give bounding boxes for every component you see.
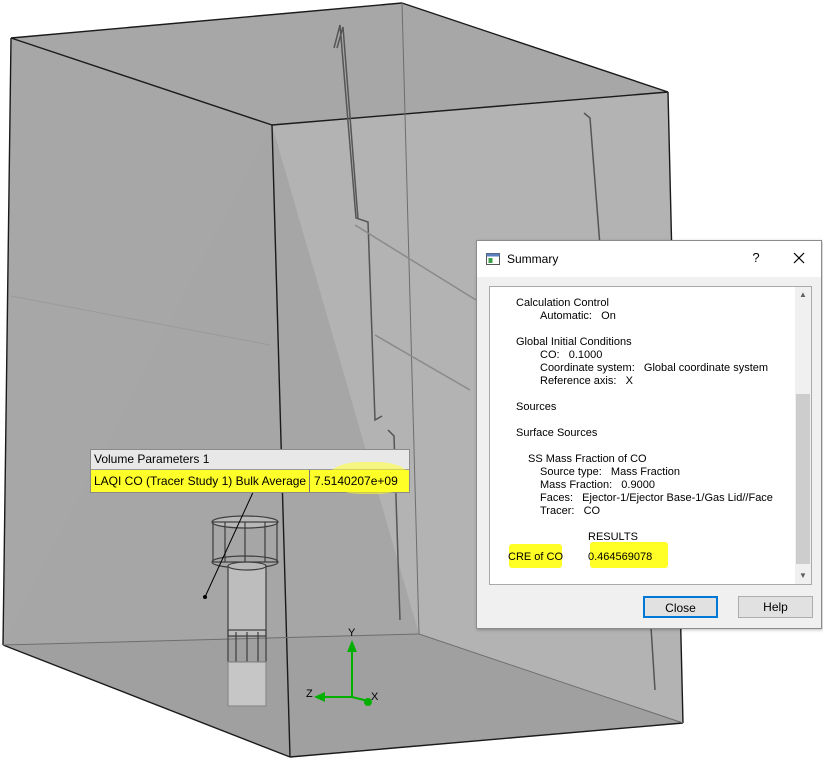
summary-text-area[interactable]: Calculation Control Automatic: On Global…	[489, 286, 812, 585]
summary-line: Sources	[516, 401, 557, 413]
scroll-up-icon[interactable]: ▲	[795, 287, 811, 303]
close-icon[interactable]	[790, 249, 808, 267]
parameter-value-text: 7.5140207e+09	[314, 474, 398, 488]
close-button[interactable]: Close	[643, 596, 718, 618]
window-icon	[486, 253, 500, 265]
parameter-value: 7.5140207e+09	[310, 462, 409, 494]
axis-label-z: Z	[306, 688, 313, 700]
summary-line: Coordinate system: Global coordinate sys…	[540, 362, 769, 374]
summary-line: Global Initial Conditions	[516, 336, 632, 348]
summary-lines: Calculation Control Automatic: On Global…	[490, 287, 795, 584]
vertical-scrollbar[interactable]: ▲ ▼	[795, 287, 811, 584]
summary-line: Tracer: CO	[540, 505, 601, 517]
summary-line: Mass Fraction: 0.9000	[540, 479, 655, 491]
summary-line: Faces: Ejector-1/Ejector Base-1/Gas Lid/…	[540, 492, 773, 504]
summary-line: SS Mass Fraction of CO	[528, 453, 647, 465]
callout-row: LAQI CO (Tracer Study 1) Bulk Average 7.…	[91, 462, 409, 494]
parameter-label: LAQI CO (Tracer Study 1) Bulk Average	[91, 470, 310, 492]
dialog-title: Summary	[507, 252, 559, 266]
help-glyph-button[interactable]: ?	[747, 249, 765, 267]
help-button[interactable]: Help	[738, 596, 813, 618]
axis-label-x: X	[371, 691, 379, 703]
summary-dialog[interactable]: Summary ? Calculation Control Automatic:…	[476, 240, 822, 629]
summary-line: Surface Sources	[516, 427, 598, 439]
axis-label-y: Y	[348, 627, 356, 639]
result-label: CRE of CO	[508, 551, 564, 563]
scroll-down-icon[interactable]: ▼	[795, 568, 811, 584]
summary-line: CO: 0.1000	[540, 349, 603, 361]
result-value: 0.464569078	[588, 551, 653, 563]
summary-line: Reference axis: X	[540, 375, 633, 387]
volume-parameters-callout[interactable]: Volume Parameters 1 LAQI CO (Tracer Stud…	[90, 449, 410, 494]
summary-line: Automatic: On	[540, 310, 616, 322]
summary-line: Source type: Mass Fraction	[540, 466, 680, 478]
dialog-titlebar[interactable]: Summary ?	[477, 241, 821, 277]
summary-line: Calculation Control	[516, 297, 609, 309]
scroll-thumb[interactable]	[796, 394, 810, 564]
callout-anchor	[203, 595, 207, 599]
